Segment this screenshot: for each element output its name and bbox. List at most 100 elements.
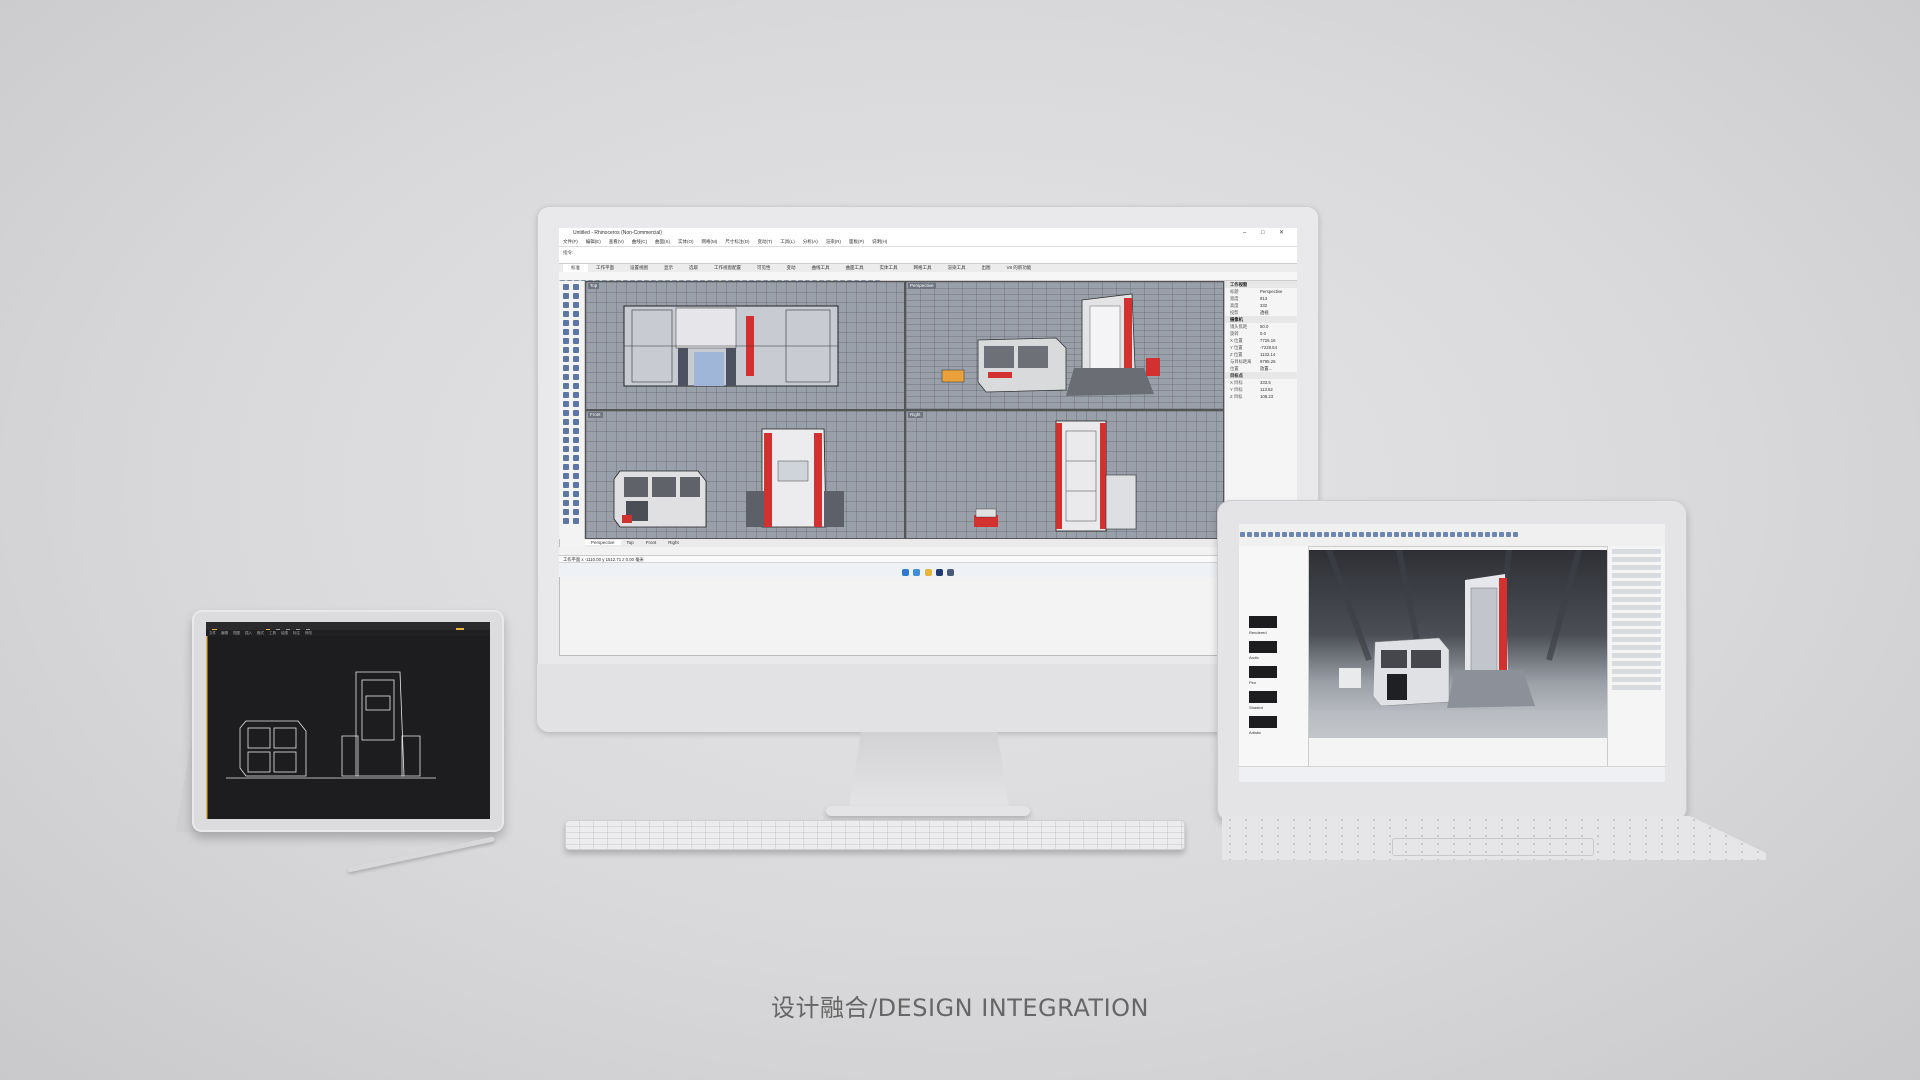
tool-icon[interactable] — [573, 473, 579, 479]
tool-icon[interactable] — [1373, 532, 1378, 537]
tool-icon[interactable] — [1275, 532, 1280, 537]
tool-icon[interactable] — [1478, 532, 1483, 537]
properties-row[interactable]: Z 位置 1132.14 — [1225, 351, 1297, 358]
menu-item[interactable]: 网格(M) — [702, 239, 718, 244]
tool-icon[interactable] — [1380, 532, 1385, 537]
tool-icon[interactable] — [1240, 532, 1245, 537]
tool-icon[interactable] — [1506, 532, 1511, 537]
close-icon[interactable]: ✕ — [1279, 228, 1284, 238]
tool-icon[interactable] — [1422, 532, 1427, 537]
tool-icon[interactable] — [573, 428, 579, 434]
properties-row[interactable]: X 位置 7725.16 — [1225, 337, 1297, 344]
properties-row[interactable]: 与目标距离 9795.26 — [1225, 358, 1297, 365]
cad-menu-item[interactable]: 插入 — [245, 631, 252, 635]
cad-menu-item[interactable]: 标注 — [293, 631, 300, 635]
properties-row[interactable]: Y 位置 -7228.54 — [1225, 344, 1297, 351]
tool-icon[interactable] — [573, 284, 579, 290]
tool-icon[interactable] — [573, 464, 579, 470]
properties-row[interactable]: 宽度 813 — [1225, 295, 1297, 302]
tool-icon[interactable] — [1338, 532, 1343, 537]
properties-row[interactable]: 投影 透视 — [1225, 309, 1297, 316]
display-mode-item[interactable]: Pen — [1249, 666, 1298, 685]
tool-icon[interactable] — [563, 365, 569, 371]
menu-item[interactable]: 变动(T) — [758, 239, 773, 244]
properties-row[interactable]: 高度 332 — [1225, 302, 1297, 309]
properties-row[interactable]: 镜头焦距 50.0 — [1225, 323, 1297, 330]
tool-icon[interactable] — [573, 401, 579, 407]
tool-icon[interactable] — [1254, 532, 1259, 537]
tool-icon[interactable] — [573, 419, 579, 425]
photoshop-icon[interactable] — [935, 569, 943, 576]
tool-icon[interactable] — [563, 437, 569, 443]
toolbar-tab[interactable]: 网格工具 — [906, 264, 940, 272]
tool-icon[interactable] — [573, 320, 579, 326]
viewport-perspective[interactable]: Perspective — [905, 281, 1224, 410]
display-mode-item[interactable]: Arctic — [1249, 641, 1298, 660]
display-mode-item[interactable]: Artistic — [1249, 716, 1298, 735]
tool-icon[interactable] — [573, 491, 579, 497]
tool-icon[interactable] — [1303, 532, 1308, 537]
viewport-tab[interactable]: Right — [662, 540, 685, 545]
properties-row[interactable]: Z 目标 108.23 — [1225, 393, 1297, 400]
tool-icon[interactable] — [1394, 532, 1399, 537]
menu-item[interactable]: 面板(P) — [849, 239, 864, 244]
toolbar-tab[interactable]: 实体工具 — [872, 264, 906, 272]
tool-icon[interactable] — [563, 401, 569, 407]
tool-icon[interactable] — [563, 329, 569, 335]
tool-icon[interactable] — [1345, 532, 1350, 537]
menu-item[interactable]: 文件(F) — [563, 239, 578, 244]
toolbar-tab[interactable]: 变动 — [779, 264, 804, 272]
tool-icon[interactable] — [1387, 532, 1392, 537]
viewport-right[interactable]: Right — [905, 410, 1224, 539]
tool-icon[interactable] — [573, 338, 579, 344]
menu-item[interactable]: 编辑(E) — [586, 239, 601, 244]
tool-icon[interactable] — [563, 320, 569, 326]
tool-icon[interactable] — [563, 518, 569, 524]
cad-menu-item[interactable]: 修改 — [305, 631, 312, 635]
tool-icon[interactable] — [563, 509, 569, 515]
tool-icon[interactable] — [1401, 532, 1406, 537]
tool-icon[interactable] — [1436, 532, 1441, 537]
menu-item[interactable]: 尺寸标注(D) — [725, 239, 749, 244]
tool-icon[interactable] — [1261, 532, 1266, 537]
tool-icon[interactable] — [1464, 532, 1469, 537]
tool-icon[interactable] — [563, 311, 569, 317]
cad-menu-item[interactable]: 格式 — [257, 631, 264, 635]
tool-icon[interactable] — [573, 509, 579, 515]
toolbar-tab[interactable]: 工作视窗配置 — [706, 264, 749, 272]
tool-icon[interactable] — [563, 347, 569, 353]
toolbar-tab[interactable]: 曲面工具 — [838, 264, 872, 272]
display-mode-item[interactable]: Shaded — [1249, 691, 1298, 710]
toolbar-tab[interactable]: V8 的新功能 — [999, 264, 1040, 272]
toolbar-tab[interactable]: 标准 — [563, 264, 588, 272]
cad-menu-item[interactable]: 绘图 — [281, 631, 288, 635]
tool-icon[interactable] — [563, 302, 569, 308]
cad-menu-item[interactable]: 工具 — [269, 631, 276, 635]
tool-icon[interactable] — [563, 500, 569, 506]
tool-icon[interactable] — [1513, 532, 1518, 537]
rhino-icon[interactable] — [947, 569, 955, 576]
tool-icon[interactable] — [573, 437, 579, 443]
display-mode-item[interactable]: Rendered — [1249, 616, 1298, 635]
viewport-label-right[interactable]: Right — [908, 412, 923, 418]
tool-icon[interactable] — [573, 329, 579, 335]
viewport-tab[interactable]: Top — [621, 540, 640, 545]
tool-icon[interactable] — [563, 338, 569, 344]
tool-icon[interactable] — [1450, 532, 1455, 537]
tool-icon[interactable] — [1359, 532, 1364, 537]
tool-icon[interactable] — [1296, 532, 1301, 537]
menu-item[interactable]: 说明(H) — [872, 239, 887, 244]
tool-icon[interactable] — [573, 455, 579, 461]
tool-icon[interactable] — [563, 464, 569, 470]
menu-item[interactable]: 渲染(R) — [826, 239, 841, 244]
tool-icon[interactable] — [563, 392, 569, 398]
tool-icon[interactable] — [573, 518, 579, 524]
tool-icon[interactable] — [573, 482, 579, 488]
tool-icon[interactable] — [563, 284, 569, 290]
properties-row[interactable]: Y 目标 113.62 — [1225, 386, 1297, 393]
tool-icon[interactable] — [1471, 532, 1476, 537]
tool-icon[interactable] — [1317, 532, 1322, 537]
viewport-label-top[interactable]: Top — [588, 283, 600, 289]
tool-icon[interactable] — [573, 365, 579, 371]
tool-icon[interactable] — [573, 311, 579, 317]
